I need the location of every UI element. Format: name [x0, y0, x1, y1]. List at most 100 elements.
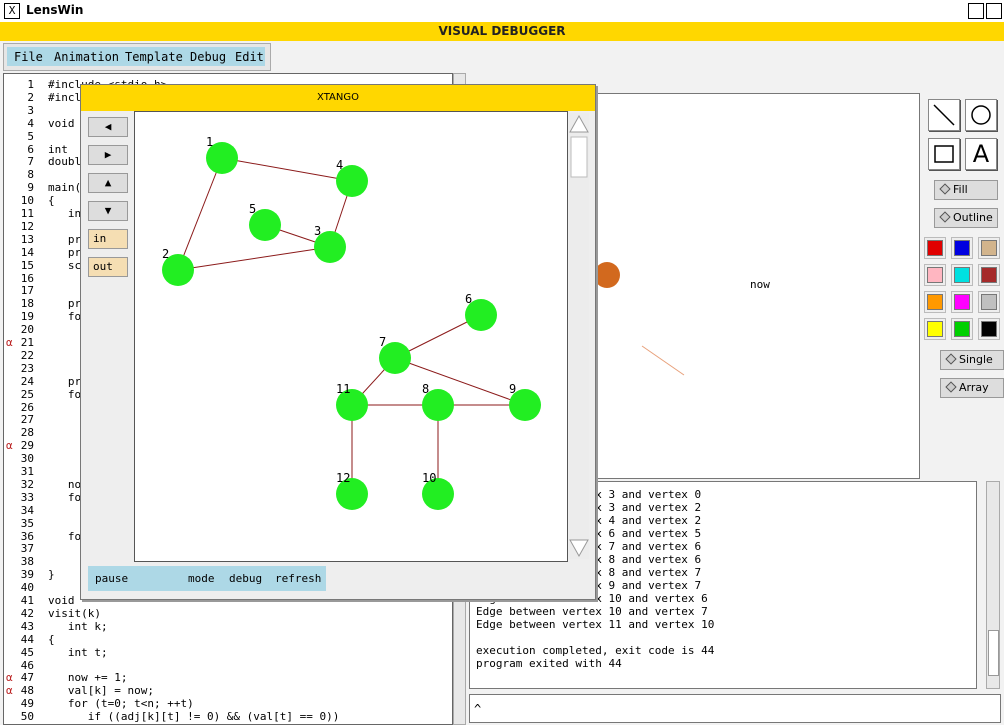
line-number: 21	[20, 336, 34, 349]
app-header: VISUAL DEBUGGER	[0, 22, 1004, 41]
single-option[interactable]: Single	[940, 350, 1004, 370]
line-number: 6	[27, 142, 34, 156]
graph-node-label: 1	[206, 135, 213, 149]
color-swatch[interactable]	[924, 318, 946, 340]
graph-edge	[177, 246, 331, 271]
pan-left-button[interactable]: ◀	[88, 117, 128, 137]
line-number: 26	[20, 400, 34, 414]
graph-canvas[interactable]: 1 2 3 4 5 6 7 8 9 10 11 12	[134, 111, 568, 562]
pan-down-button[interactable]: ▼	[88, 201, 128, 221]
line-number: 5	[27, 129, 34, 143]
color-swatch[interactable]	[951, 318, 973, 340]
color-swatch[interactable]	[924, 237, 946, 259]
output-scrollbar[interactable]	[986, 481, 1000, 689]
x-window-icon[interactable]: X	[4, 3, 20, 19]
fill-option[interactable]: Fill	[934, 180, 998, 200]
menu-debug[interactable]: Debug	[190, 50, 226, 64]
line-number: 31	[20, 465, 34, 478]
outline-option[interactable]: Outline	[934, 208, 998, 228]
maximize-button[interactable]	[986, 3, 1002, 19]
line-number: 48	[20, 684, 34, 698]
output-line: Edge between vertex 11 and vertex 10	[476, 618, 715, 631]
menu-template[interactable]: Template	[125, 50, 183, 64]
line-code: fo	[48, 310, 82, 324]
command-prompt: ^	[474, 702, 482, 716]
single-label: Single	[959, 353, 993, 366]
graph-node-label: 12	[336, 471, 350, 485]
output-scroll-thumb[interactable]	[988, 630, 999, 676]
zoom-in-button[interactable]: in	[88, 229, 128, 249]
color-chip	[981, 267, 997, 283]
line-number: 42	[20, 606, 34, 620]
menu-file[interactable]: File	[14, 50, 43, 64]
line-code: {	[48, 632, 55, 646]
line-tool-button[interactable]	[928, 99, 960, 131]
line-number: 17	[20, 284, 34, 298]
graph-svg: 12345678 9101112	[162, 135, 541, 510]
color-swatch[interactable]	[978, 318, 1000, 340]
line-number: 1	[27, 78, 34, 91]
array-option[interactable]: Array	[940, 378, 1004, 398]
color-chip	[981, 240, 997, 256]
line-number: 43	[20, 619, 34, 633]
color-swatch[interactable]	[924, 264, 946, 286]
window-titlebar: X LensWin	[0, 0, 1004, 23]
line-number: 18	[20, 297, 34, 311]
pause-button[interactable]: pause	[95, 572, 128, 585]
zoom-out-button[interactable]: out	[88, 257, 128, 277]
graph-node-label: 4	[336, 158, 343, 172]
text-icon: A	[972, 140, 990, 168]
rectangle-tool-button[interactable]	[928, 138, 960, 170]
line-number: 20	[20, 323, 34, 337]
line-number: 23	[20, 361, 34, 375]
line-number: 30	[20, 452, 34, 466]
line-code: no	[48, 477, 82, 491]
menu-edit[interactable]: Edit	[235, 50, 264, 64]
line-code: int t;	[48, 645, 108, 659]
line-number: 33	[20, 490, 34, 504]
color-swatch[interactable]	[978, 264, 1000, 286]
line-code: pr	[48, 232, 82, 246]
color-swatch[interactable]	[978, 237, 1000, 259]
color-chip	[954, 294, 970, 310]
menu-animation[interactable]: Animation	[54, 50, 119, 64]
animation-draw-area[interactable]: now	[596, 93, 920, 479]
refresh-button[interactable]: refresh	[275, 572, 321, 585]
line-code: fo	[48, 490, 82, 504]
line-number: 4	[27, 116, 34, 130]
line-number: 8	[27, 168, 34, 182]
color-swatch[interactable]	[951, 237, 973, 259]
line-number: 47	[20, 671, 34, 685]
line-code: {	[48, 194, 55, 208]
line-number: 50	[20, 710, 34, 724]
line-code: pr	[48, 297, 82, 311]
outline-label: Outline	[953, 211, 993, 224]
circle-tool-button[interactable]	[965, 99, 997, 131]
minimize-button[interactable]	[968, 3, 984, 19]
graph-node-label: 2	[162, 247, 169, 261]
text-tool-button[interactable]: A	[965, 138, 997, 170]
color-swatch[interactable]	[978, 291, 1000, 313]
line-number: 10	[20, 194, 34, 208]
color-swatch[interactable]	[951, 264, 973, 286]
line-code: now += 1;	[48, 671, 128, 685]
color-chip	[981, 294, 997, 310]
line-code: val[k] = now;	[48, 684, 154, 698]
pan-up-button[interactable]: ▲	[88, 173, 128, 193]
line-number: 44	[20, 632, 34, 646]
command-input[interactable]: ^	[469, 694, 1001, 723]
fill-label: Fill	[953, 183, 968, 196]
line-number: 32	[20, 477, 34, 491]
array-label: Array	[959, 381, 989, 394]
mode-button[interactable]: mode	[188, 572, 215, 585]
line-number: 39	[20, 568, 34, 582]
graph-node-label: 10	[422, 471, 436, 485]
xtango-scrollbar[interactable]	[569, 113, 589, 559]
line-code: visit(k)	[48, 606, 101, 620]
circle-icon	[971, 105, 991, 125]
color-swatch[interactable]	[951, 291, 973, 313]
xtango-titlebar: XTANGO	[81, 85, 595, 111]
color-swatch[interactable]	[924, 291, 946, 313]
pan-right-button[interactable]: ▶	[88, 145, 128, 165]
debug-button[interactable]: debug	[229, 572, 262, 585]
